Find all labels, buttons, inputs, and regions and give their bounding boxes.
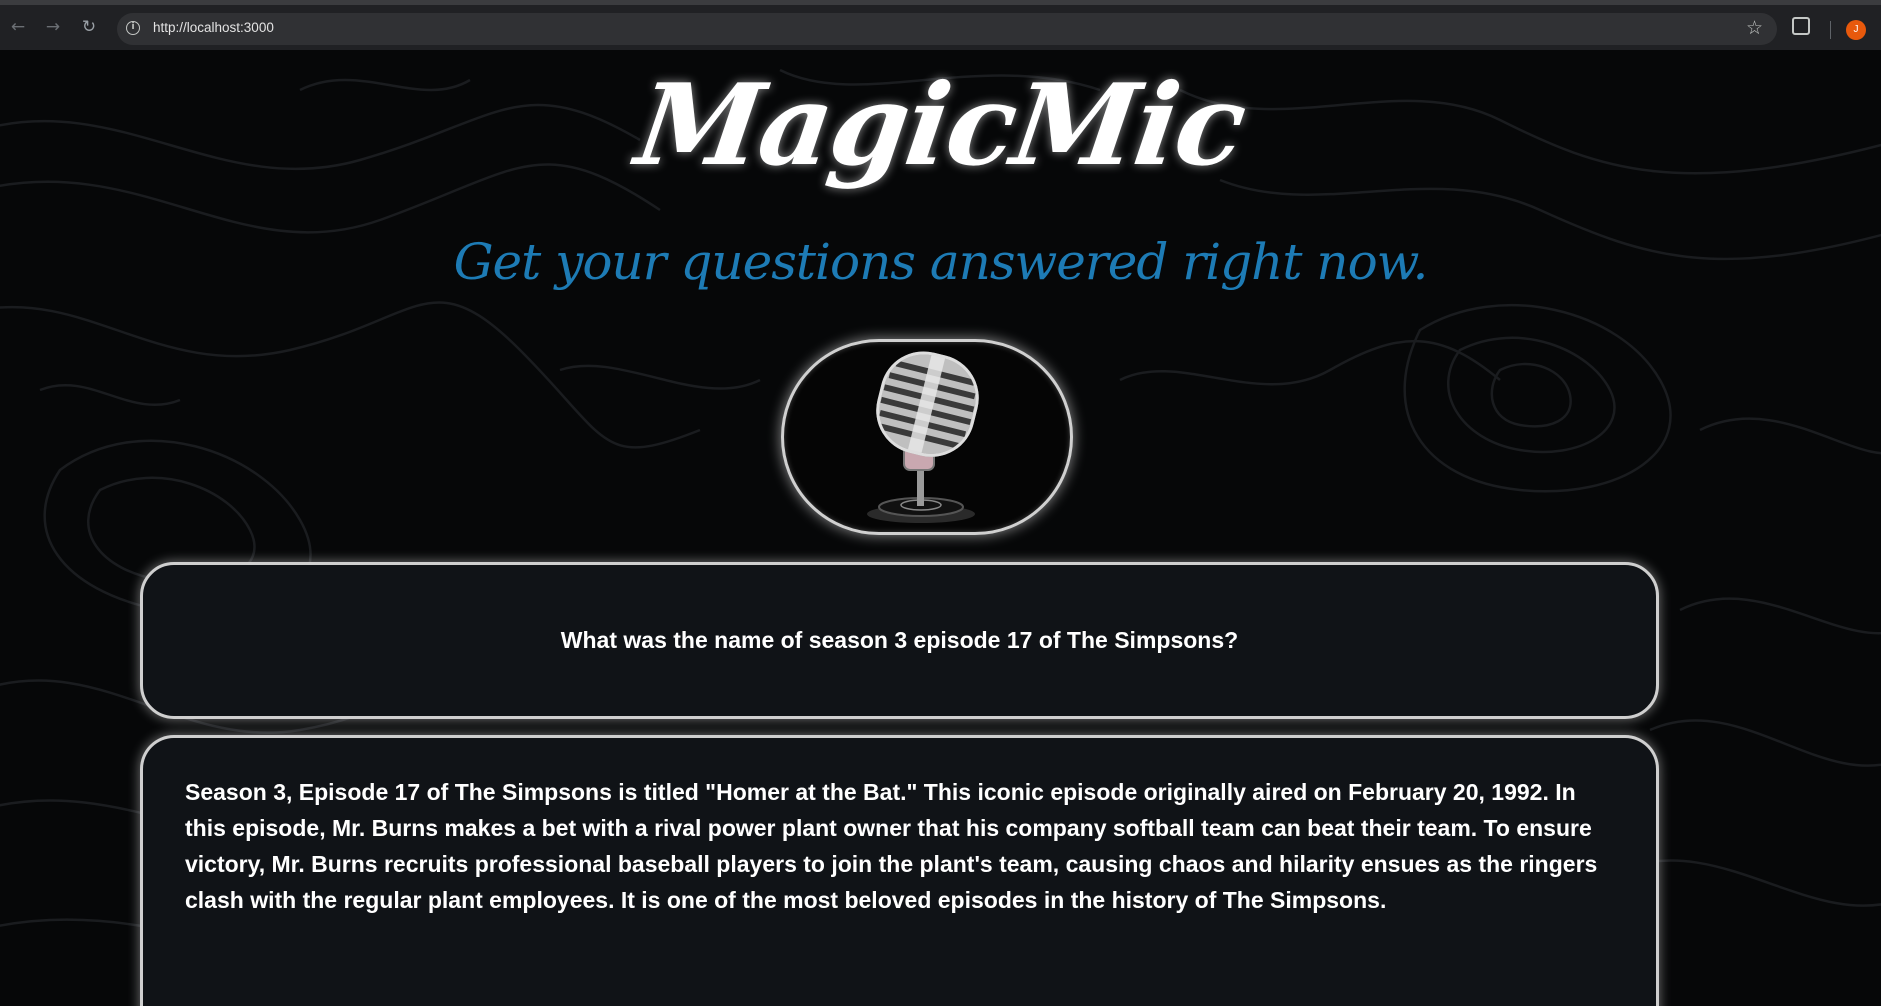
app-logo-title: MagicMic — [629, 60, 1252, 191]
answer-card: Season 3, Episode 17 of The Simpsons is … — [140, 735, 1659, 1006]
page: MagicMic Get your questions answered rig… — [0, 50, 1881, 1006]
arrow-right-icon[interactable]: → — [41, 15, 65, 39]
question-text: What was the name of season 3 episode 17… — [560, 627, 1239, 653]
microphone-icon — [867, 351, 979, 523]
star-icon[interactable]: ☆ — [1746, 17, 1763, 39]
address-bar[interactable]: i http://localhost:3000 ☆ — [117, 13, 1777, 45]
arrow-left-icon[interactable]: ← — [6, 15, 30, 39]
avatar[interactable]: J — [1846, 20, 1866, 40]
toolbar-divider — [1830, 21, 1831, 39]
reload-icon[interactable]: ↻ — [77, 15, 101, 39]
url-text[interactable]: http://localhost:3000 — [153, 20, 274, 35]
record-button[interactable] — [781, 339, 1073, 535]
puzzle-icon[interactable] — [1792, 17, 1810, 35]
tagline: Get your questions answered right now. — [453, 233, 1429, 291]
browser-toolbar: ← → ↻ i http://localhost:3000 ☆ J — [0, 0, 1881, 50]
answer-text: Season 3, Episode 17 of The Simpsons is … — [185, 779, 1598, 913]
info-icon[interactable]: i — [126, 21, 140, 35]
question-card: What was the name of season 3 episode 17… — [140, 562, 1659, 719]
